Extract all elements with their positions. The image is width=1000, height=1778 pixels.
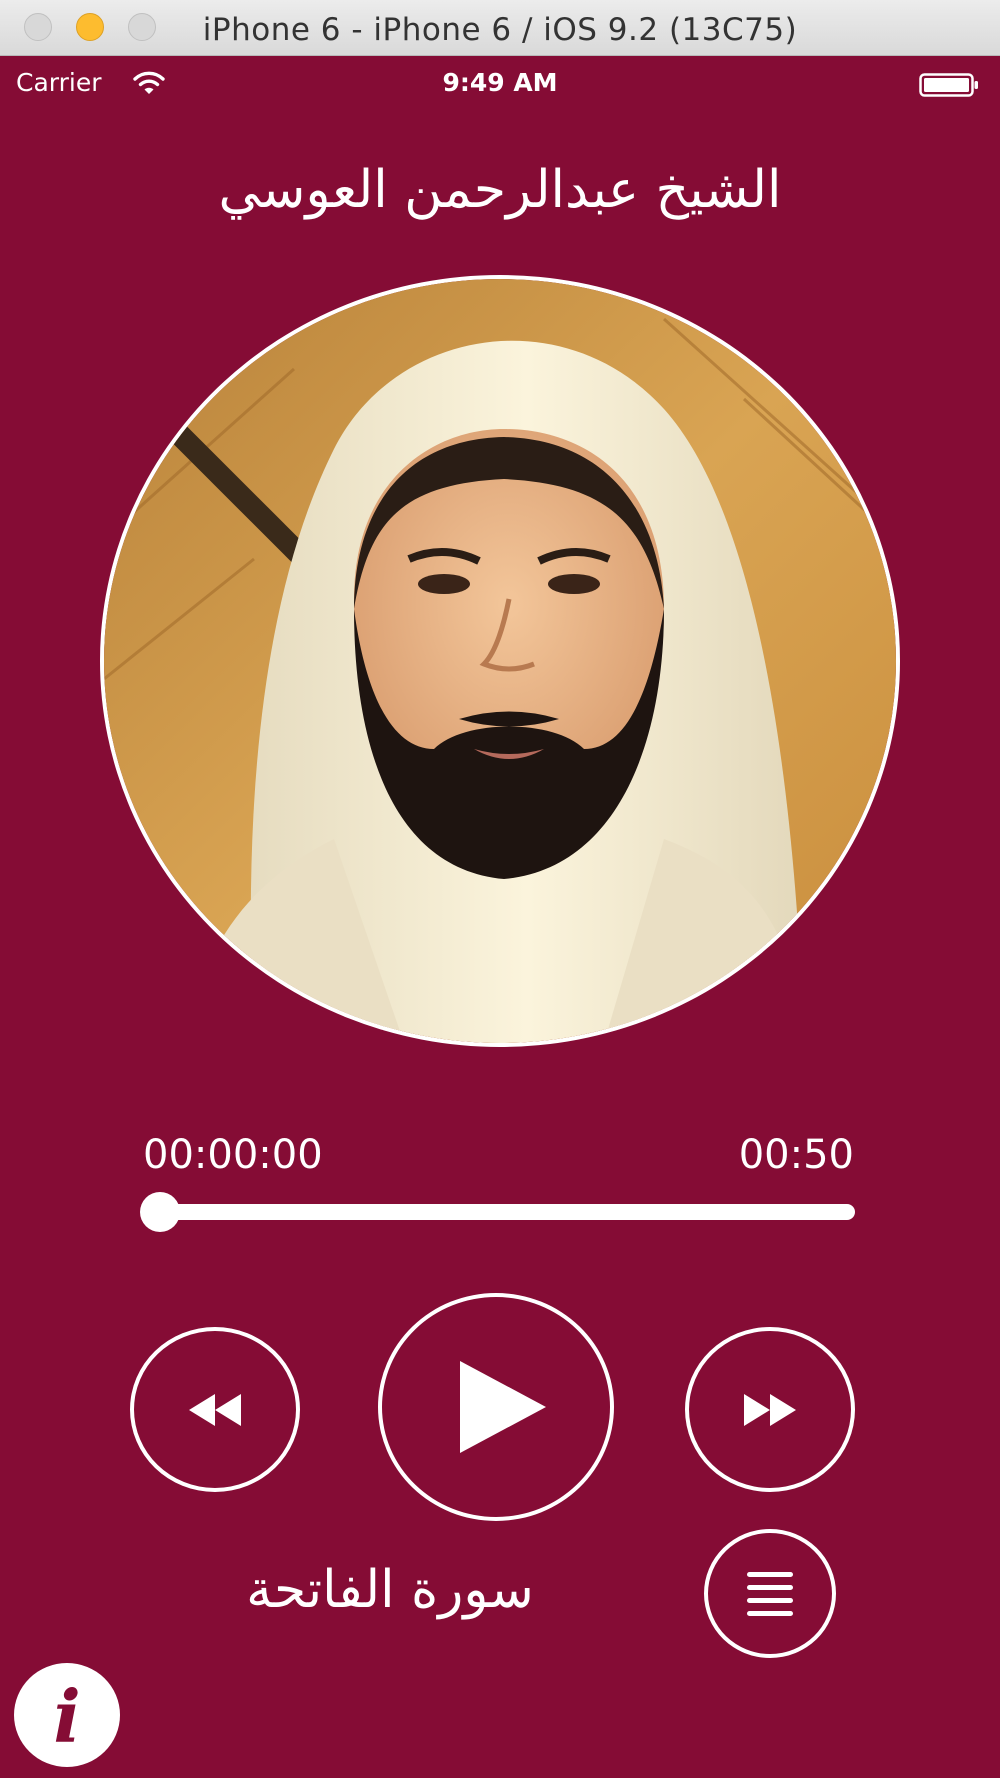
fast-forward-button[interactable] [685,1327,855,1492]
play-icon [460,1361,546,1453]
progress-track[interactable] [145,1204,855,1220]
playlist-button[interactable] [704,1529,836,1658]
status-bar: Carrier 9:49 AM [0,56,1000,108]
list-icon [747,1571,793,1616]
progress-thumb[interactable] [140,1192,180,1232]
battery-icon [919,73,978,97]
simulator-title-bar: iPhone 6 - iPhone 6 / iOS 9.2 (13C75) [0,0,1000,56]
surah-name: سورة الفاتحة [246,1560,534,1620]
fast-forward-icon [744,1393,796,1426]
play-button[interactable] [378,1293,614,1521]
info-icon: i [53,1674,81,1759]
rewind-icon [189,1393,241,1426]
reciter-portrait [100,275,900,1047]
total-time: 00:50 [738,1132,854,1178]
status-time: 9:49 AM [442,68,558,97]
reciter-name: الشيخ عبدالرحمن العوسي [218,160,782,220]
info-button[interactable]: i [14,1663,120,1767]
rewind-button[interactable] [130,1327,300,1492]
window-title: iPhone 6 - iPhone 6 / iOS 9.2 (13C75) [202,12,798,48]
elapsed-time: 00:00:00 [143,1132,323,1178]
